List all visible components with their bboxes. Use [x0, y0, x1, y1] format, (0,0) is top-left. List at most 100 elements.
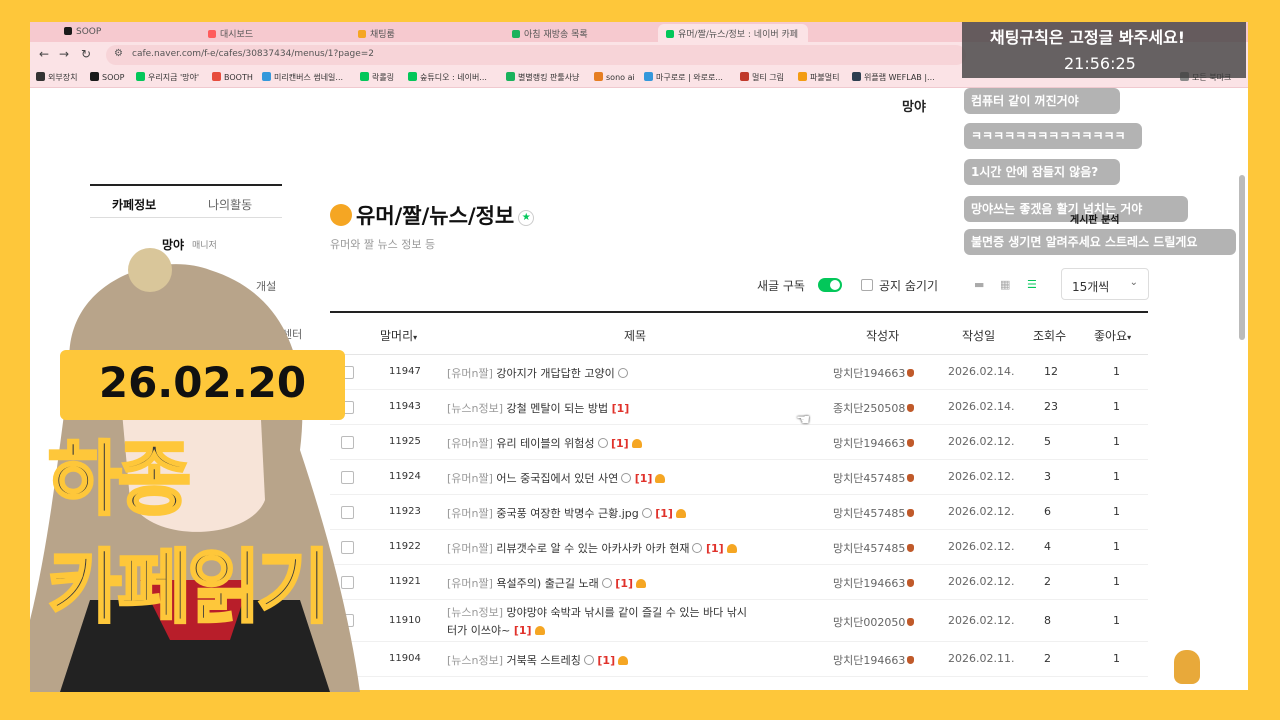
bookmark-item[interactable]: 마구로로 | 와로로... — [644, 72, 723, 83]
naver-cafe-icon — [666, 30, 674, 38]
tab-my-activity[interactable]: 나의활동 — [208, 196, 252, 213]
browser-tab[interactable]: 대시보드 — [200, 24, 290, 42]
table-row[interactable]: 11922 [유머n짤] 리뷰갯수로 알 수 있는 아카사카 아카 현재 [1]… — [330, 530, 1148, 565]
row-title[interactable]: [유머n짤] 리뷰갯수로 알 수 있는 아카사카 아카 현재 [1] — [447, 540, 737, 556]
row-title[interactable]: [뉴스n정보] 망야망야 숙박과 낚시를 같이 즐길 수 있는 바다 낚시 — [447, 604, 747, 620]
chat-message: 컴퓨터 같이 꺼진거야 — [964, 88, 1120, 115]
bookmark-label: BOOTH — [224, 73, 253, 82]
row-date: 2026.02.12. — [948, 575, 1015, 588]
reload-icon[interactable]: ↻ — [78, 47, 94, 61]
hide-notice-label[interactable]: 공지 숨기기 — [879, 277, 938, 294]
bookmark-icon — [798, 72, 807, 81]
column-likes[interactable]: 좋아요▾ — [1094, 327, 1131, 344]
chat-message: ㅋㅋㅋㅋㅋㅋㅋㅋㅋㅋㅋㅋㅋㅋ — [964, 123, 1142, 150]
comment-count[interactable]: [1] — [514, 624, 532, 637]
comment-count[interactable]: [1] — [655, 507, 673, 520]
browser-tab[interactable]: SOOP — [56, 24, 146, 42]
new-post-icon — [621, 473, 632, 483]
per-page-select[interactable]: 15개씩 ⌄ — [1061, 268, 1149, 300]
heart-icon — [675, 509, 686, 518]
row-title-continued[interactable]: 터가 이쓰야~ [1] — [447, 622, 545, 638]
comment-count[interactable]: [1] — [612, 402, 630, 415]
row-author[interactable]: 망치단194663 — [833, 575, 915, 591]
row-title[interactable]: [유머n짤] 강아지가 개답답한 고양이 — [447, 365, 628, 381]
row-title[interactable]: [뉴스n정보] 강철 멘탈이 되는 방법 [1] — [447, 400, 629, 416]
row-number: 11910 — [389, 615, 421, 626]
browser-tab[interactable]: 아침 재방송 목록 — [504, 24, 652, 42]
comment-count[interactable]: [1] — [611, 437, 629, 450]
page-scrollbar[interactable] — [1239, 175, 1245, 340]
back-icon[interactable]: ← — [36, 47, 52, 61]
browser-tab-active[interactable]: 유머/짤/뉴스/정보 : 네이버 카페 — [658, 24, 808, 42]
hide-notice-checkbox[interactable] — [861, 279, 873, 291]
browser-tab[interactable]: 채팅룸 — [350, 24, 450, 42]
favorite-star-icon[interactable]: ★ — [518, 210, 535, 226]
bookmark-label: 외부장치 — [48, 73, 78, 82]
row-author[interactable]: 망치단002050 — [833, 614, 915, 630]
row-author[interactable]: 망치단194663 — [833, 435, 915, 451]
row-author[interactable]: 망치단457485 — [833, 505, 915, 521]
bookmark-item[interactable]: sono ai — [594, 72, 635, 82]
bookmark-icon — [408, 72, 417, 81]
row-views: 2 — [1044, 652, 1051, 665]
subscribe-label: 새글 구독 — [757, 279, 805, 293]
stream-clock: 21:56:25 — [1064, 54, 1136, 73]
comment-count[interactable]: [1] — [615, 577, 633, 590]
row-author[interactable]: 망치단194663 — [833, 365, 915, 381]
forward-icon[interactable]: → — [56, 47, 72, 61]
bookmark-item[interactable]: 락롤링 — [360, 72, 394, 83]
row-title[interactable]: [유머n짤] 욕설주의) 출근길 노래 [1] — [447, 575, 647, 591]
bookmark-item[interactable]: 미리캔버스 썸네일... — [262, 72, 343, 83]
row-title[interactable]: [유머n짤] 어느 중국집에서 있던 사연 [1] — [447, 470, 666, 486]
site-info-icon[interactable]: ⚙ — [114, 48, 123, 59]
address-bar[interactable]: ⚙ cafe.naver.com/f-e/cafes/30837434/menu… — [106, 45, 966, 65]
bookmark-icon — [740, 72, 749, 81]
grid-view-icon[interactable]: ▦ — [1000, 279, 1012, 291]
tab-cafe-info[interactable]: 카페정보 — [112, 196, 156, 213]
row-views: 5 — [1044, 435, 1051, 448]
bookmark-item[interactable]: 별별랭킹 판툴사냥 — [506, 72, 579, 83]
mascot-sticker — [1174, 650, 1200, 684]
table-row[interactable]: 11923 [유머n짤] 중국풍 여장한 박명수 근황.jpg [1] 망치단4… — [330, 495, 1148, 530]
row-title[interactable]: [유머n짤] 중국풍 여장한 박명수 근황.jpg [1] — [447, 505, 686, 521]
card-view-icon[interactable]: ▬ — [974, 279, 986, 291]
row-author[interactable]: 망치단194663 — [833, 652, 915, 668]
sort-down-icon: ▾ — [1127, 333, 1132, 342]
corner-name-label: 망야 — [902, 100, 926, 115]
row-author[interactable]: 망치단457485 — [833, 470, 915, 486]
comment-count[interactable]: [1] — [635, 472, 653, 485]
column-prefix[interactable]: 말머리▾ — [380, 327, 417, 344]
bookmark-label: 우리지금 '망야' — [148, 73, 200, 82]
bookmark-item[interactable]: 파불멀티 — [798, 72, 839, 83]
row-title[interactable]: [유머n짤] 유리 테이블의 위험성 [1] — [447, 435, 642, 451]
comment-count[interactable]: [1] — [706, 542, 724, 555]
bookmark-icon — [36, 72, 45, 81]
row-title[interactable]: [뉴스n정보] 거북목 스트레칭 [1] — [447, 652, 629, 668]
table-row[interactable]: 11904 [뉴스n정보] 거북목 스트레칭 [1] 망치단194663 202… — [330, 642, 1148, 677]
bookmark-item[interactable]: SOOP — [90, 72, 125, 82]
table-row[interactable]: 11910 [뉴스n정보] 망야망야 숙박과 낚시를 같이 즐길 수 있는 바다… — [330, 600, 1148, 642]
row-likes: 1 — [1113, 505, 1120, 518]
row-date: 2026.02.12. — [948, 470, 1015, 483]
row-author[interactable]: 종치단250508 — [833, 400, 915, 416]
table-row[interactable]: 11925 [유머n짤] 유리 테이블의 위험성 [1] 망치단194663 2… — [330, 425, 1148, 460]
table-row[interactable]: 11947 [유머n짤] 강아지가 개답답한 고양이 망치단194663 202… — [330, 355, 1148, 390]
subscribe-toggle[interactable] — [818, 278, 842, 292]
row-date: 2026.02.14. — [948, 365, 1015, 378]
list-view-icon[interactable]: ☰ — [1027, 279, 1039, 291]
table-row[interactable]: 11921 [유머n짤] 욕설주의) 출근길 노래 [1] 망치단194663 … — [330, 565, 1148, 600]
row-author[interactable]: 망치단457485 — [833, 540, 915, 556]
row-tag: [유머n짤] — [447, 437, 493, 450]
table-row[interactable]: 11924 [유머n짤] 어느 중국집에서 있던 사연 [1] 망치단45748… — [330, 460, 1148, 495]
row-author-text: 망치단194663 — [833, 654, 906, 667]
soop-icon — [64, 27, 72, 35]
comment-count[interactable]: [1] — [597, 654, 615, 667]
row-date: 2026.02.14. — [948, 400, 1015, 413]
bookmark-item[interactable]: 위플랩 WEFLAB |... — [852, 72, 935, 83]
bookmark-item[interactable]: 외부장치 — [36, 72, 77, 83]
table-row[interactable]: 11943 [뉴스n정보] 강철 멘탈이 되는 방법 [1] 종치단250508… — [330, 390, 1148, 425]
bookmark-item[interactable]: BOOTH — [212, 72, 253, 82]
bookmark-item[interactable]: 멀티 그림 — [740, 72, 784, 83]
bookmark-item[interactable]: 우리지금 '망야' — [136, 72, 199, 83]
bookmark-item[interactable]: 숲튜디오 : 네이버... — [408, 72, 487, 83]
